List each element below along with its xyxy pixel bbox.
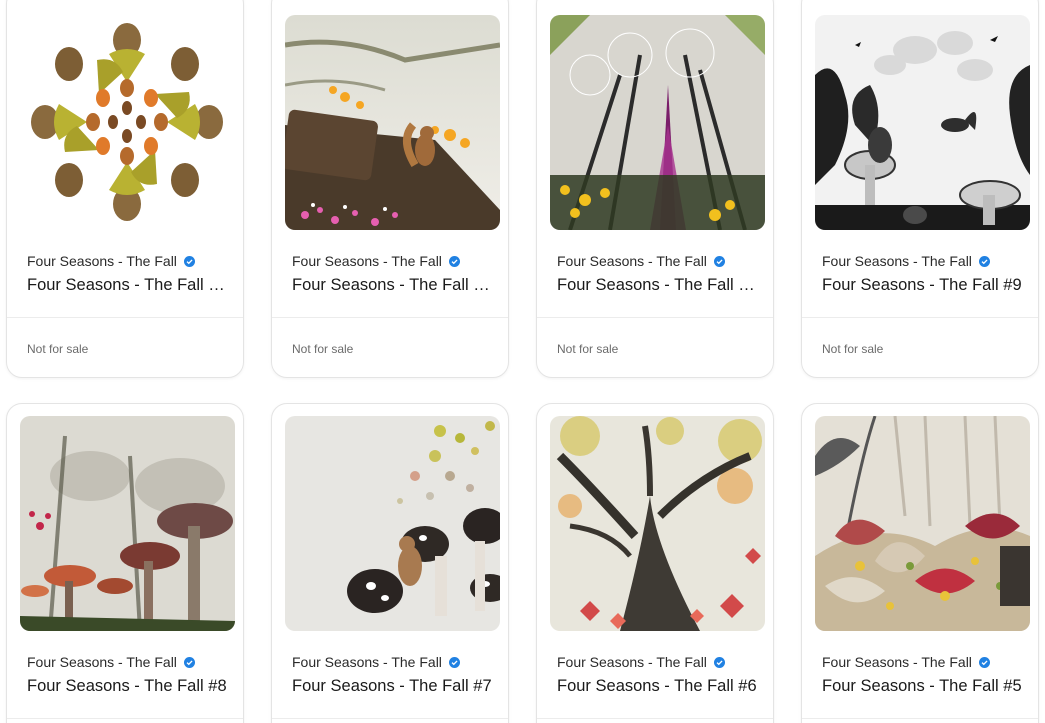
divider: [7, 718, 243, 719]
nft-card[interactable]: Four Seasons - The Fall Four Seasons - T…: [536, 403, 774, 723]
verified-badge-icon: [183, 656, 195, 668]
divider: [537, 317, 773, 318]
collection-name[interactable]: Four Seasons - The Fall: [557, 253, 725, 269]
sale-status: Not for sale: [557, 342, 619, 356]
verified-badge-icon: [713, 656, 725, 668]
collection-name[interactable]: Four Seasons - The Fall: [822, 253, 990, 269]
nft-title[interactable]: Four Seasons - The Fall #7: [292, 677, 497, 696]
sale-status: Not for sale: [822, 342, 884, 356]
collection-name[interactable]: Four Seasons - The Fall: [292, 654, 460, 670]
verified-badge-icon: [713, 255, 725, 267]
nft-image-dandelion-canopy[interactable]: [550, 15, 765, 230]
nft-title[interactable]: Four Seasons - The Fall #8: [27, 677, 232, 696]
nft-card[interactable]: Four Seasons - The Fall Four Seasons - T…: [6, 403, 244, 723]
sale-status: Not for sale: [27, 342, 89, 356]
nft-title[interactable]: Four Seasons - The Fall #12: [27, 276, 232, 295]
collection-name[interactable]: Four Seasons - The Fall: [27, 654, 195, 670]
nft-image-monochrome-squirrels[interactable]: [815, 15, 1030, 230]
collection-name[interactable]: Four Seasons - The Fall: [292, 253, 460, 269]
nft-image-pinecone-mandala[interactable]: [20, 15, 235, 230]
nft-card[interactable]: Four Seasons - The Fall Four Seasons - T…: [801, 403, 1039, 723]
nft-title[interactable]: Four Seasons - The Fall #10: [557, 276, 762, 295]
verified-badge-icon: [448, 255, 460, 267]
divider: [7, 317, 243, 318]
sale-status: Not for sale: [292, 342, 354, 356]
nft-card[interactable]: Four Seasons - The Fall Four Seasons - T…: [536, 0, 774, 378]
divider: [802, 718, 1038, 719]
nft-grid: Four Seasons - The Fall Four Seasons - T…: [0, 0, 1045, 723]
divider: [272, 317, 508, 318]
nft-title[interactable]: Four Seasons - The Fall #11: [292, 276, 497, 295]
nft-image-old-oak[interactable]: [550, 416, 765, 631]
nft-image-giant-mushrooms[interactable]: [20, 416, 235, 631]
nft-image-squirrel-log[interactable]: [285, 15, 500, 230]
collection-name[interactable]: Four Seasons - The Fall: [27, 253, 195, 269]
nft-image-chipmunk-mushrooms[interactable]: [285, 416, 500, 631]
divider: [272, 718, 508, 719]
nft-title[interactable]: Four Seasons - The Fall #6: [557, 677, 762, 696]
nft-card[interactable]: Four Seasons - The Fall Four Seasons - T…: [6, 0, 244, 378]
verified-badge-icon: [978, 255, 990, 267]
nft-image-fan-leaves[interactable]: [815, 416, 1030, 631]
collection-name[interactable]: Four Seasons - The Fall: [557, 654, 725, 670]
verified-badge-icon: [448, 656, 460, 668]
collection-name[interactable]: Four Seasons - The Fall: [822, 654, 990, 670]
divider: [802, 317, 1038, 318]
verified-badge-icon: [978, 656, 990, 668]
nft-title[interactable]: Four Seasons - The Fall #9: [822, 276, 1027, 295]
verified-badge-icon: [183, 255, 195, 267]
nft-card[interactable]: Four Seasons - The Fall Four Seasons - T…: [271, 0, 509, 378]
nft-card[interactable]: Four Seasons - The Fall Four Seasons - T…: [271, 403, 509, 723]
divider: [537, 718, 773, 719]
nft-title[interactable]: Four Seasons - The Fall #5: [822, 677, 1027, 696]
nft-card[interactable]: Four Seasons - The Fall Four Seasons - T…: [801, 0, 1039, 378]
